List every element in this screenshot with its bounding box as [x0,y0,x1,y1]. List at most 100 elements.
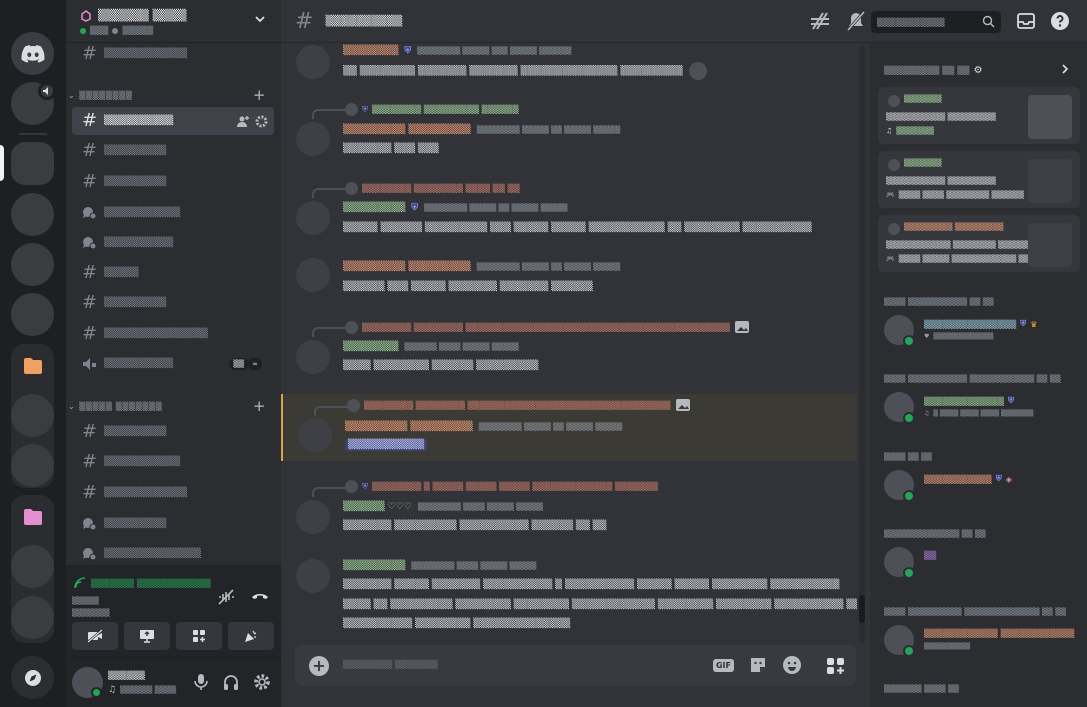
disconnect-phone-icon[interactable] [251,589,269,605]
channel-item[interactable]: # ▒▒▒▒▒▒▒▒▒ [72,418,274,446]
channel-item[interactable]: # ▒▒▒▒▒▒▒▒▒ [72,168,274,196]
server-icon[interactable] [11,394,54,437]
bell-muted-icon[interactable] [845,11,867,31]
server-icon-selected[interactable] [11,142,54,185]
activity-card[interactable]: ▒▒▒▒▒▒▒▒▒ ▒▒▒▒▒▒▒▒▒ ▒▒▒▒▒▒▒▒▒▒▒▒ ▒▒▒▒▒▒▒… [878,215,1080,272]
channel-item[interactable]: # ▒▒▒▒▒▒▒▒▒ [72,289,274,317]
member-item[interactable]: ▒▒ [878,543,1078,583]
message[interactable]: ⛨ ▒▒▒▒▒▒▒▒ ▒▒▒▒▒▒▒▒▒ ▒▒▒▒▒▒ ▒▒▒▒▒▒▒▒▒ ▒▒… [281,95,857,165]
reply-preview[interactable]: ⛨ ▒▒▒▒▒▒▒▒ ▒▒▒▒▒▒▒▒▒ ▒▒▒▒▒▒ [345,103,519,116]
message-author[interactable]: ▒▒▒▒▒▒▒▒▒ ⛨ ▒▒▒▒▒▒▒▒ ▒▒▒▒▒ ▒▒ ▒▒▒▒▒ ▒▒▒▒… [343,203,568,213]
member-item[interactable]: ▒▒▒▒▒▒▒▒▒▒▒▒▒▒▒ ⛨ ♛ ♥ ▒▒▒▒▒▒▒▒▒▒▒▒▒ [878,311,1078,351]
message[interactable]: ▒▒▒▒▒▒▒▒▒ ▒▒▒▒▒▒▒▒▒ ▒▒▒▒▒▒▒▒ ▒▒▒▒▒ ▒▒ ▒▒… [281,255,857,305]
category-header[interactable]: ⌄ ▒▒▒▒▒ ▒▒▒▒▒▒▒ + [68,397,278,415]
member-item[interactable]: ▒▒▒▒▒▒▒▒▒▒▒▒ ▒▒▒▒▒▒▒▒▒▒▒▒ ▒▒▒▒▒▒▒▒▒▒ [878,621,1078,661]
guild-header[interactable]: ▒▒▒▒▒▒ ▒▒▒▒ ▒▒▒ ▒▒▒▒▒ [66,0,281,43]
attach-plus-button[interactable]: + [309,656,329,676]
forum-channel-item[interactable]: ▒▒▒▒▒▒▒▒▒▒ [72,229,274,257]
avatar[interactable] [296,45,330,79]
gear-icon[interactable] [255,115,268,128]
message[interactable]: ▒▒▒▒▒▒▒▒ ▒▒▒▒▒▒▒▒ ▒▒▒▒▒▒▒▒▒▒▒▒▒▒▒▒▒▒▒▒▒▒… [281,315,857,385]
chevron-down-icon[interactable] [253,12,267,26]
category-header[interactable]: ⌄ ▒▒▒▒▒▒▒▒ + [68,86,278,104]
chevron-right-icon[interactable] [1059,63,1071,75]
gear-icon[interactable]: ⚙ [974,65,983,76]
channel-item[interactable]: # ▒▒▒▒▒▒▒▒▒▒▒ [72,448,274,476]
avatar[interactable] [296,122,330,156]
invite-member-icon[interactable] [237,115,250,128]
scrollbar-track[interactable] [859,46,865,642]
message[interactable]: ▒▒▒▒▒▒▒▒ ⛨ ▒▒▒▒▒▒▒▒ ▒▒▒▒▒ ▒▒▒ ▒▒▒▒▒ ▒▒▒▒… [281,43,857,83]
reply-preview[interactable]: ▒▒▒▒▒▒▒▒ ▒▒▒▒▒▒▒▒ ▒▒▒▒▒▒▒▒▒▒▒▒▒▒▒▒▒▒▒▒▒▒… [347,398,691,412]
scrollbar-thumb[interactable] [859,595,865,623]
message-composer[interactable]: + ▒▒▒▒▒▒▒▒ ▒▒▒▒▒▒▒ GIF [295,645,856,686]
voice-status[interactable]: ▒▒▒▒▒▒▒ ▒▒▒▒▒▒▒▒▒▒▒▒ [74,577,211,589]
noise-suppression-off-icon[interactable] [217,589,235,605]
server-icon[interactable] [11,293,54,336]
message-author[interactable]: ▒▒▒▒▒▒▒▒▒ ▒▒▒▒▒▒▒▒▒ ▒▒▒▒▒▒▒▒ ▒▒▒▒▒ ▒▒ ▒▒… [343,125,620,135]
add-channel-icon[interactable]: + [253,397,266,415]
folder-orange-button[interactable] [11,344,54,387]
reply-preview[interactable]: ▒▒▒▒▒▒▒▒ ▒▒▒▒▒▒▒▒ ▒▒▒▒ ▒▒ ▒▒ [345,182,520,195]
member-item[interactable]: ▒▒▒▒▒▒▒▒▒▒▒▒▒ ⛨ ♫ ▒ ▒▒▒▒ ▒▒▒▒ ▒▒▒▒ ▒▒▒▒▒… [878,388,1078,428]
username[interactable]: ▒▒▒▒▒▒ [108,671,145,680]
channel-item[interactable]: # ▒▒▒▒▒▒▒▒▒▒▒▒ [72,43,274,68]
message-author[interactable]: ▒▒▒▒▒▒▒▒▒ ▒▒▒▒▒▒▒▒▒ ▒▒▒▒▒▒▒▒ ▒▒▒▒▒ ▒▒ ▒▒… [345,422,622,432]
server-icon[interactable] [11,193,54,236]
message[interactable]: ▒▒▒▒▒▒▒▒▒ ▒▒▒▒▒▒▒▒ ▒▒▒▒ ▒▒▒▒▒ ▒▒▒▒▒ ▒▒▒▒… [281,555,857,643]
screen-share-button[interactable] [124,622,170,650]
avatar[interactable] [296,340,330,374]
locked-channel-item[interactable]: # ▒▒▒▒▒▒▒▒▒▒▒▒▒▒▒ [72,320,274,348]
message-author[interactable]: ▒▒▒▒▒▒▒▒▒ ▒▒▒▒▒▒▒▒ ▒▒▒▒ ▒▒▒▒▒ ▒▒▒▒▒ [343,561,536,571]
gif-button[interactable]: GIF [712,658,734,672]
reply-preview[interactable]: ▒▒▒▒▒▒▒▒ ▒▒▒▒▒▒▒▒ ▒▒▒▒▒▒▒▒▒▒▒▒▒▒▒▒▒▒▒▒▒▒… [345,320,750,334]
message[interactable]: ▒▒▒▒▒▒▒▒ ▒▒▒▒▒▒▒▒ ▒▒▒▒ ▒▒ ▒▒ ▒▒▒▒▒▒▒▒▒ ⛨… [281,173,857,243]
avatar[interactable] [296,201,330,235]
server-icon[interactable] [11,243,54,286]
explore-servers-button[interactable] [11,656,54,699]
activities-button[interactable] [176,622,222,650]
avatar[interactable] [296,500,330,534]
member-item[interactable]: ▒▒▒▒▒▒▒▒▒▒▒ ⛨ ◈ [878,466,1078,506]
server-icon[interactable] [11,444,54,487]
forum-channel-item[interactable]: ▒▒▒▒▒▒▒▒▒ [72,510,274,538]
channel-item-active[interactable]: # ▒▒▒▒▒▒▒▒▒▒ [72,107,274,135]
activity-card[interactable]: ▒▒▒▒▒▒▒ ▒▒▒▒▒▒▒▒▒▒▒ ▒▒▒▒▒▒▒▒▒ ♫ ▒▒▒▒▒▒▒ [878,87,1080,144]
add-channel-icon[interactable]: + [253,86,266,104]
soundboard-button[interactable] [228,622,274,650]
threads-icon[interactable] [809,11,831,31]
activity-card[interactable]: ▒▒▒▒▒▒▒ ▒▒▒▒▒▒▒▒▒▒▒ ▒▒▒▒▒▒▒▒▒ 🎮 ▒▒▒▒ ▒▒▒… [878,151,1080,208]
channel-item[interactable]: # ▒▒▒▒▒▒▒▒▒ [72,137,274,165]
voice-channel-item[interactable]: ▒▒▒▒▒▒▒▒▒▒ ▒▒ ∞ [72,350,274,378]
message[interactable]: ⛨ ▒▒▒▒▒▒▒▒ ▒ ▒▒▒▒▒ ▒▒▒▒▒ ▒▒▒▒▒ ▒▒▒▒▒▒▒▒▒… [281,475,857,541]
headphones-icon[interactable] [223,673,239,691]
server-icon[interactable] [11,596,54,639]
home-button[interactable] [11,32,54,75]
message-author[interactable]: ▒▒▒▒▒▒▒▒ ▒▒▒▒▒▒ ▒▒▒▒ ▒▒▒▒▒ ▒▒▒▒▒ [343,342,519,352]
message-highlighted[interactable]: ▒▒▒▒▒▒▒▒ ▒▒▒▒▒▒▒▒ ▒▒▒▒▒▒▒▒▒▒▒▒▒▒▒▒▒▒▒▒▒▒… [281,394,857,461]
message-author[interactable]: ▒▒▒▒▒▒▒▒▒ ▒▒▒▒▒▒▒▒▒ ▒▒▒▒▒▒▒▒ ▒▒▒▒▒ ▒▒ ▒▒… [343,262,620,272]
server-icon[interactable] [11,545,54,588]
search-input[interactable]: ▒▒▒▒▒▒▒▒▒▒▒ [871,11,1001,33]
avatar[interactable] [296,258,330,292]
voice-channel-info[interactable]: ▒▒▒▒▒ ▒▒▒▒▒▒▒ [72,595,110,619]
message-author[interactable]: ▒▒▒▒▒▒▒▒ ⛨ ▒▒▒▒▒▒▒▒ ▒▒▒▒▒ ▒▒▒ ▒▒▒▒▒ ▒▒▒▒… [343,46,571,56]
avatar[interactable] [296,559,330,593]
gear-icon[interactable] [253,673,271,691]
video-off-button[interactable] [72,622,118,650]
avatar[interactable] [298,418,332,452]
apps-button[interactable] [816,645,856,686]
forum-channel-item[interactable]: ▒▒▒▒▒▒▒▒▒▒▒ [72,199,274,227]
user-mention[interactable]: ▒▒▒▒▒▒▒▒▒▒▒ [345,439,428,451]
sticker-icon[interactable] [748,655,768,675]
help-icon[interactable] [1050,11,1070,31]
message-author[interactable]: ▒▒▒▒▒▒ ♡♡♡ ▒▒▒▒▒▒▒▒ ▒▒▒▒ ▒▒▒▒▒ ▒▒▒▒▒ [343,502,543,512]
microphone-icon[interactable] [193,673,209,691]
reply-preview[interactable]: ⛨ ▒▒▒▒▒▒▒▒ ▒ ▒▒▒▒▒ ▒▒▒▒▒ ▒▒▒▒▒ ▒▒▒▒▒▒▒▒▒… [345,480,658,493]
forum-channel-item[interactable]: ▒▒▒▒▒▒▒▒▒▒▒▒▒▒ [72,540,274,565]
channel-item[interactable]: # ▒▒▒▒▒▒▒▒▒▒▒▒ [72,479,274,507]
folder-pink-button[interactable] [11,495,54,538]
channel-item[interactable]: # ▒▒▒▒▒ [72,259,274,287]
emoji-icon[interactable] [782,655,802,675]
inbox-icon[interactable] [1016,11,1036,31]
